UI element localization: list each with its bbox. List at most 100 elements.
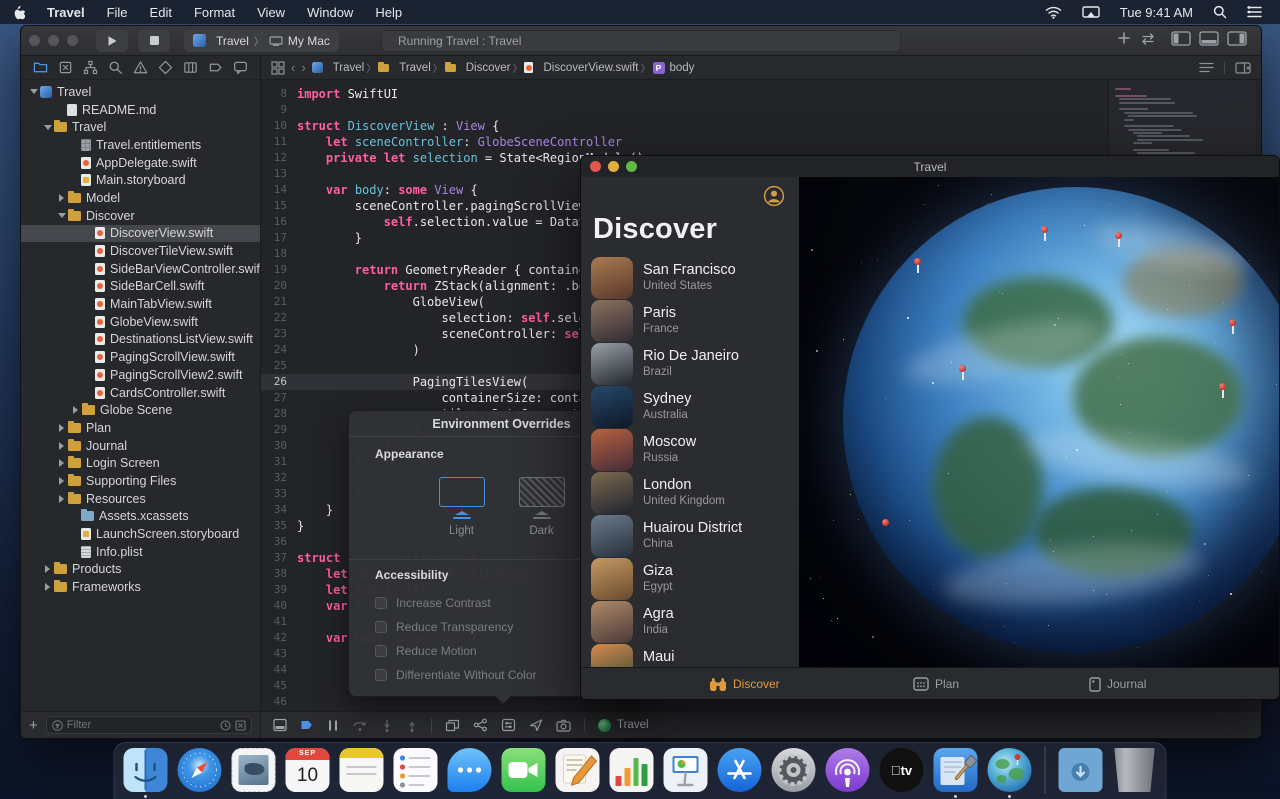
disclosure-triangle[interactable] [59, 424, 64, 432]
dock-safari-icon[interactable] [177, 747, 223, 793]
checkbox[interactable] [375, 621, 387, 633]
scheme-selector[interactable]: Travel 〉 My Mac [184, 30, 339, 52]
file-row-login-screen[interactable]: Login Screen [21, 454, 260, 472]
editor-options-icon[interactable] [1199, 62, 1214, 73]
city-row-rio-de-janeiro[interactable]: Rio De JaneiroBrazil [581, 342, 799, 385]
search-navigator-icon[interactable] [108, 60, 123, 75]
file-row-model[interactable]: Model [21, 189, 260, 207]
toggle-navigator-button[interactable] [1171, 31, 1191, 51]
filter-input[interactable] [67, 719, 216, 731]
account-button[interactable] [763, 185, 785, 212]
screen-mirroring-icon[interactable] [1074, 0, 1108, 24]
checkbox[interactable] [375, 645, 387, 657]
file-row-cardscontroller-swift[interactable]: CardsController.swift [21, 384, 260, 402]
dock-pages-icon[interactable] [555, 747, 601, 793]
breadcrumb-item-travel[interactable]: Travel [378, 62, 431, 74]
menu-item-edit[interactable]: Edit [139, 0, 183, 24]
appearance-option-dark[interactable]: Dark [519, 477, 565, 537]
menu-item-help[interactable]: Help [364, 0, 413, 24]
city-row-san-francisco[interactable]: San FranciscoUnited States [581, 256, 799, 299]
file-row-globe-scene[interactable]: Globe Scene [21, 401, 260, 419]
dock-trash-icon[interactable] [1112, 747, 1158, 793]
file-row-supporting-files[interactable]: Supporting Files [21, 472, 260, 490]
dock-notes-icon[interactable] [339, 747, 385, 793]
dock-finder-icon[interactable] [123, 747, 169, 793]
file-row-info-plist[interactable]: Info.plist [21, 543, 260, 561]
menu-item-view[interactable]: View [246, 0, 296, 24]
disclosure-triangle[interactable] [30, 89, 38, 94]
spotlight-icon[interactable] [1205, 0, 1235, 24]
dock-travel-icon[interactable] [987, 747, 1033, 793]
close-button[interactable] [29, 35, 40, 46]
menu-item-file[interactable]: File [96, 0, 139, 24]
dock-downloads-icon[interactable] [1058, 747, 1104, 793]
screenshot-button[interactable] [556, 719, 571, 732]
step-over-button[interactable] [352, 719, 368, 732]
appearance-option-light[interactable]: Light [439, 477, 485, 537]
disclosure-triangle[interactable] [44, 125, 52, 130]
globe-3d-view[interactable] [799, 177, 1279, 667]
tab-discover[interactable]: Discover [709, 668, 780, 700]
breadcrumb-item-body[interactable]: Pbody [653, 62, 695, 74]
dock-appstore-icon[interactable] [717, 747, 763, 793]
memory-graph-button[interactable] [473, 718, 488, 732]
disclosure-triangle[interactable] [59, 442, 64, 450]
app-menu-travel[interactable]: Travel [36, 0, 96, 24]
zoom-button[interactable] [67, 35, 78, 46]
city-row-sydney[interactable]: SydneyAustralia [581, 385, 799, 428]
simulate-location-button[interactable] [529, 718, 543, 732]
file-row-sidebarviewcontroller-swift[interactable]: SideBarViewController.swift [21, 260, 260, 278]
issues-navigator-icon[interactable] [133, 60, 148, 75]
stop-button[interactable] [138, 30, 170, 52]
editor-swap-icon[interactable] [1139, 32, 1157, 50]
dock-facetime-icon[interactable] [501, 747, 547, 793]
disclosure-triangle[interactable] [58, 213, 66, 218]
breakpoints-navigator-icon[interactable] [208, 60, 223, 75]
city-row-paris[interactable]: ParisFrance [581, 299, 799, 342]
city-row-london[interactable]: LondonUnited Kingdom [581, 471, 799, 514]
dock-messages-icon[interactable] [447, 747, 493, 793]
minimize-button[interactable] [48, 35, 59, 46]
wifi-icon[interactable] [1037, 0, 1070, 24]
add-file-button[interactable]: + [29, 717, 38, 734]
file-row-travel-entitlements[interactable]: Travel.entitlements [21, 136, 260, 154]
checkbox[interactable] [375, 597, 387, 609]
file-row-sidebarcell-swift[interactable]: SideBarCell.swift [21, 278, 260, 296]
file-row-discoverview-swift[interactable]: DiscoverView.swift [21, 225, 260, 243]
notification-center-icon[interactable] [1239, 0, 1270, 24]
file-row-discover[interactable]: Discover [21, 207, 260, 225]
file-row-main-storyboard[interactable]: Main.storyboard [21, 171, 260, 189]
tab-plan[interactable]: Plan [913, 668, 959, 700]
dock-tv-icon[interactable]: tv [879, 747, 925, 793]
file-row-journal[interactable]: Journal [21, 437, 260, 455]
dock-settings-icon[interactable] [771, 747, 817, 793]
step-out-button[interactable] [406, 719, 418, 732]
view-hierarchy-button[interactable] [445, 718, 460, 732]
dock-calendar-icon[interactable]: SEP10 [285, 747, 331, 793]
file-row-appdelegate-swift[interactable]: AppDelegate.swift [21, 154, 260, 172]
dock-mail-icon[interactable] [231, 747, 277, 793]
source-control-navigator-icon[interactable] [58, 60, 73, 75]
dock-keynote-icon[interactable] [663, 747, 709, 793]
pause-execution-button[interactable] [327, 719, 339, 732]
dock-xcode-icon[interactable] [933, 747, 979, 793]
disclosure-triangle[interactable] [59, 477, 64, 485]
file-row-discovertileview-swift[interactable]: DiscoverTileView.swift [21, 242, 260, 260]
file-row-resources[interactable]: Resources [21, 490, 260, 508]
back-button[interactable]: ‹ [291, 60, 295, 75]
disclosure-triangle[interactable] [45, 583, 50, 591]
recent-files-icon[interactable] [220, 720, 231, 731]
dock-numbers-icon[interactable] [609, 747, 655, 793]
file-row-destinationslistview-swift[interactable]: DestinationsListView.swift [21, 331, 260, 349]
file-row-pagingscrollview2-swift[interactable]: PagingScrollView2.swift [21, 366, 260, 384]
reports-navigator-icon[interactable] [233, 60, 248, 75]
breadcrumb-item-discoverview-swift[interactable]: DiscoverView.swift [524, 62, 638, 74]
file-row-plan[interactable]: Plan [21, 419, 260, 437]
file-row-products[interactable]: Products [21, 561, 260, 579]
disclosure-triangle[interactable] [59, 495, 64, 503]
breadcrumb-item-travel[interactable]: Travel [312, 62, 365, 74]
project-file-tree[interactable]: TravelREADME.mdTravelTravel.entitlements… [21, 80, 260, 711]
checkbox[interactable] [375, 669, 387, 681]
source-control-filter-icon[interactable] [235, 720, 246, 731]
disclosure-triangle[interactable] [45, 565, 50, 573]
